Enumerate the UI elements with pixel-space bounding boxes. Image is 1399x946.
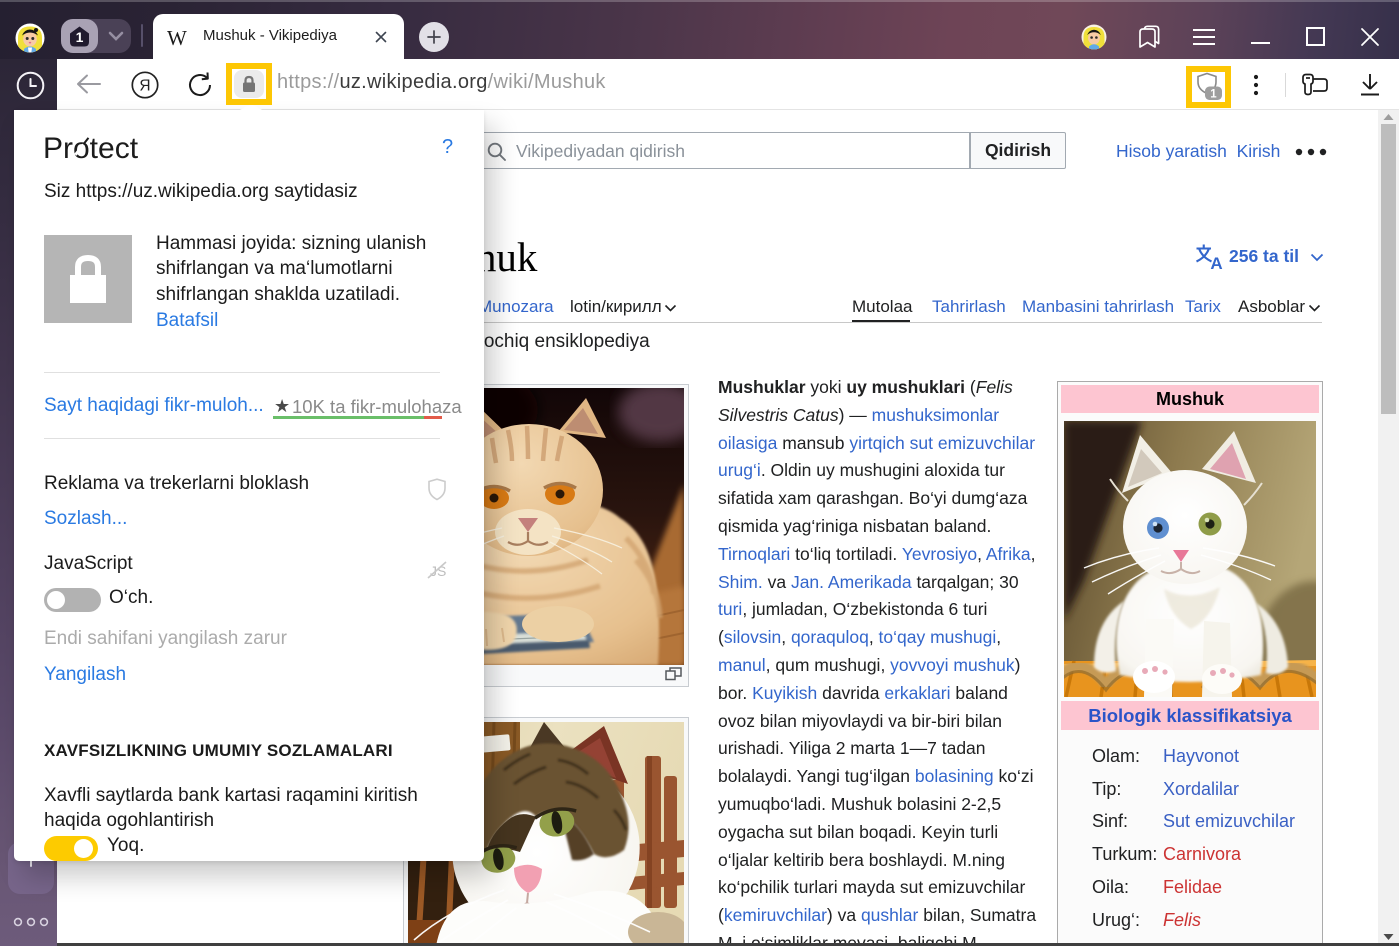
svg-text:1: 1	[76, 29, 84, 45]
svg-text:Я: Я	[139, 78, 150, 95]
svg-text:1: 1	[1210, 88, 1217, 100]
svg-text:A: A	[1210, 254, 1222, 270]
svg-text:JS: JS	[430, 563, 446, 579]
